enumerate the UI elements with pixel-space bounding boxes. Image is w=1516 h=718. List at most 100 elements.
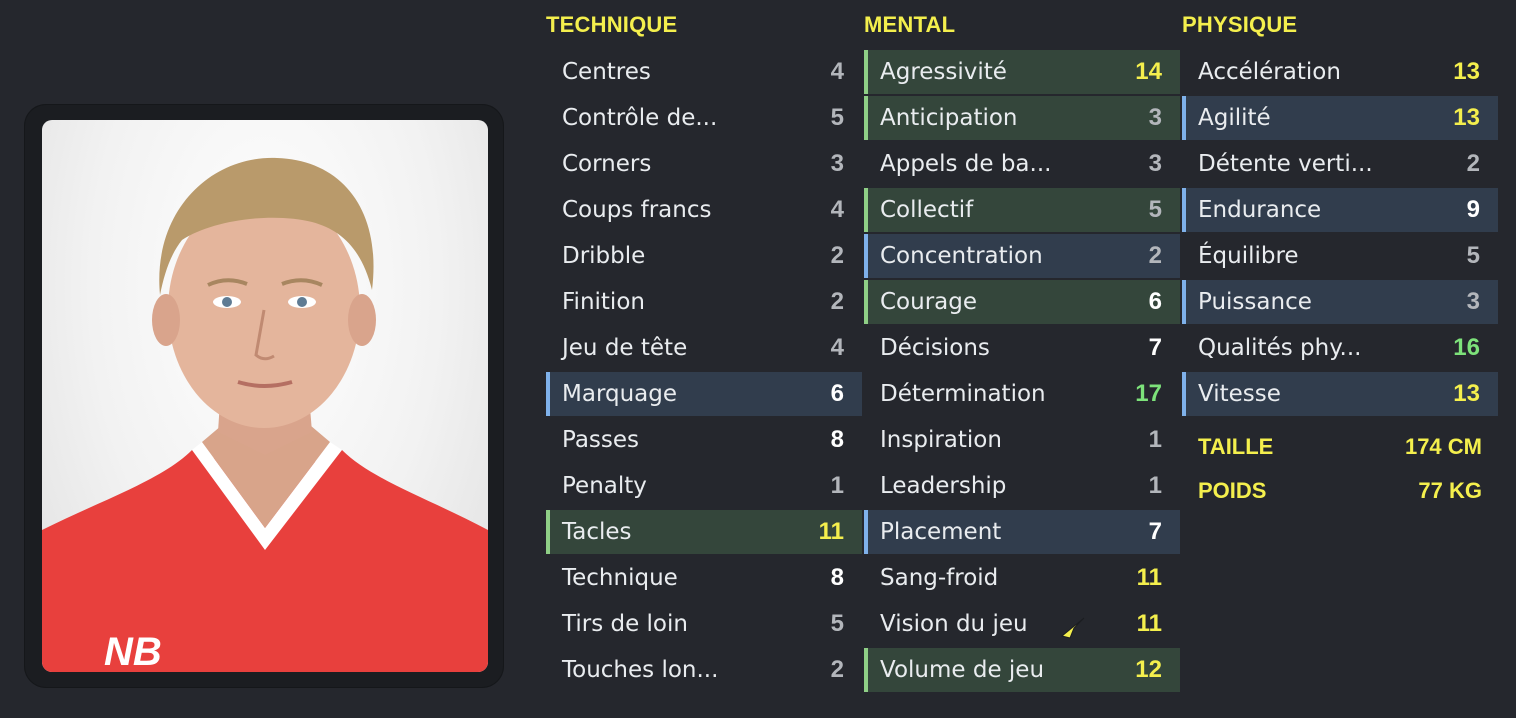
technique-attributes-list: Centres 4 Contrôle de... 5 Corners 3 Coups fra…: [546, 50, 862, 694]
attribute-label: Qualités phy...: [1198, 335, 1362, 361]
attribute-row[interactable]: Endurance 9: [1182, 188, 1498, 232]
attribute-row[interactable]: Leadership 1: [864, 464, 1180, 508]
attribute-row[interactable]: Coups francs 4: [546, 188, 862, 232]
attribute-label: Placement: [880, 519, 1002, 545]
attribute-row[interactable]: Collectif 5: [864, 188, 1180, 232]
attribute-row[interactable]: Dribble 2: [546, 234, 862, 278]
attribute-row[interactable]: Détermination 17: [864, 372, 1180, 416]
attribute-value: 6: [830, 380, 844, 407]
attribute-value: 7: [1148, 518, 1162, 545]
attribute-value: 14: [1135, 58, 1162, 85]
attribute-row[interactable]: Sang-froid 11: [864, 556, 1180, 600]
attribute-row[interactable]: Passes 8: [546, 418, 862, 462]
attribute-label: Anticipation: [880, 105, 1018, 131]
attribute-row[interactable]: Centres 4: [546, 50, 862, 94]
attribute-value: 4: [830, 58, 844, 85]
attribute-row[interactable]: Anticipation 3: [864, 96, 1180, 140]
attribute-row[interactable]: Placement 7: [864, 510, 1180, 554]
attribute-label: Équilibre: [1198, 243, 1299, 269]
attribute-row[interactable]: Touches lon... 2: [546, 648, 862, 692]
attribute-row[interactable]: Courage 6: [864, 280, 1180, 324]
attribute-value: 3: [1466, 288, 1480, 315]
attribute-value: 6: [1148, 288, 1162, 315]
attribute-label: Vitesse: [1198, 381, 1281, 407]
attribute-label: Technique: [562, 565, 678, 591]
attribute-value: 11: [818, 518, 844, 545]
attribute-label: Décisions: [880, 335, 990, 361]
attribute-label: Agilité: [1198, 105, 1271, 131]
attribute-value: 1: [1148, 426, 1162, 453]
attribute-row[interactable]: Jeu de tête 4: [546, 326, 862, 370]
attribute-label: Coups francs: [562, 197, 712, 223]
section-title-physique: PHYSIQUE: [1182, 12, 1298, 37]
attribute-value: 1: [1148, 472, 1162, 499]
attribute-row[interactable]: Finition 2: [546, 280, 862, 324]
attribute-row[interactable]: Équilibre 5: [1182, 234, 1498, 278]
attribute-row[interactable]: Inspiration 1: [864, 418, 1180, 462]
attribute-value: 17: [1135, 380, 1162, 407]
attribute-value: 3: [1148, 150, 1162, 177]
attribute-row[interactable]: Tirs de loin 5: [546, 602, 862, 646]
attribute-value: 11: [1136, 610, 1162, 637]
attribute-value: 4: [830, 196, 844, 223]
attribute-label: Appels de ba...: [880, 151, 1052, 177]
attribute-label: Endurance: [1198, 197, 1322, 223]
attribute-row[interactable]: Décisions 7: [864, 326, 1180, 370]
height-value: 174 CM: [1404, 434, 1482, 459]
attribute-label: Puissance: [1198, 289, 1312, 315]
attribute-label: Tacles: [562, 519, 632, 545]
attribute-value: 3: [830, 150, 844, 177]
attribute-row[interactable]: Vision du jeu 11: [864, 602, 1180, 646]
attribute-row[interactable]: Contrôle de... 5: [546, 96, 862, 140]
attribute-value: 8: [830, 564, 844, 591]
attribute-value: 8: [830, 426, 844, 453]
section-title-mental: MENTAL: [864, 12, 956, 37]
pointer-arrow-icon: [1060, 614, 1086, 640]
attribute-label: Marquage: [562, 381, 678, 407]
attribute-value: 12: [1135, 656, 1162, 683]
attribute-label: Courage: [880, 289, 978, 315]
attribute-label: Tirs de loin: [562, 611, 688, 637]
attribute-label: Vision du jeu: [880, 611, 1028, 637]
attribute-value: 4: [830, 334, 844, 361]
attribute-label: Finition: [562, 289, 645, 315]
attribute-label: Accélération: [1198, 59, 1341, 85]
attribute-label: Passes: [562, 427, 640, 453]
attribute-row[interactable]: Puissance 3: [1182, 280, 1498, 324]
attribute-row[interactable]: Penalty 1: [546, 464, 862, 508]
player-portrait: NB: [42, 120, 488, 672]
attribute-row[interactable]: Agilité 13: [1182, 96, 1498, 140]
attribute-row[interactable]: Agressivité 14: [864, 50, 1180, 94]
attribute-row[interactable]: Appels de ba... 3: [864, 142, 1180, 186]
physique-attributes-list: Accélération 13 Agilité 13 Détente verti... 2…: [1182, 50, 1498, 418]
attribute-label: Volume de jeu: [880, 657, 1045, 683]
attribute-label: Sang-froid: [880, 565, 999, 591]
attribute-label: Contrôle de...: [562, 105, 718, 131]
attribute-row[interactable]: Vitesse 13: [1182, 372, 1498, 416]
attribute-row[interactable]: Marquage 6: [546, 372, 862, 416]
attribute-row[interactable]: Tacles 11: [546, 510, 862, 554]
mental-attributes-list: Agressivité 14 Anticipation 3 Appels de ba..…: [864, 50, 1180, 694]
attribute-row[interactable]: Concentration 2: [864, 234, 1180, 278]
attribute-row[interactable]: Technique 8: [546, 556, 862, 600]
attribute-value: 13: [1453, 380, 1480, 407]
attribute-row[interactable]: Volume de jeu 12: [864, 648, 1180, 692]
weight-label: POIDS: [1198, 478, 1267, 503]
attribute-row[interactable]: Corners 3: [546, 142, 862, 186]
weight-value: 77 KG: [1418, 478, 1482, 503]
attribute-label: Inspiration: [880, 427, 1002, 453]
attribute-value: 11: [1136, 564, 1162, 591]
attribute-value: 7: [1148, 334, 1162, 361]
attribute-row[interactable]: Accélération 13: [1182, 50, 1498, 94]
attribute-label: Collectif: [880, 197, 974, 223]
attribute-label: Corners: [562, 151, 652, 177]
attribute-value: 16: [1453, 334, 1480, 361]
attribute-value: 2: [830, 288, 844, 315]
attribute-value: 13: [1453, 104, 1480, 131]
attribute-value: 5: [830, 104, 844, 131]
attribute-label: Dribble: [562, 243, 646, 269]
attribute-row[interactable]: Détente verti... 2: [1182, 142, 1498, 186]
attribute-row[interactable]: Qualités phy... 16: [1182, 326, 1498, 370]
attribute-value: 2: [830, 656, 844, 683]
section-title-technique: TECHNIQUE: [546, 12, 678, 37]
